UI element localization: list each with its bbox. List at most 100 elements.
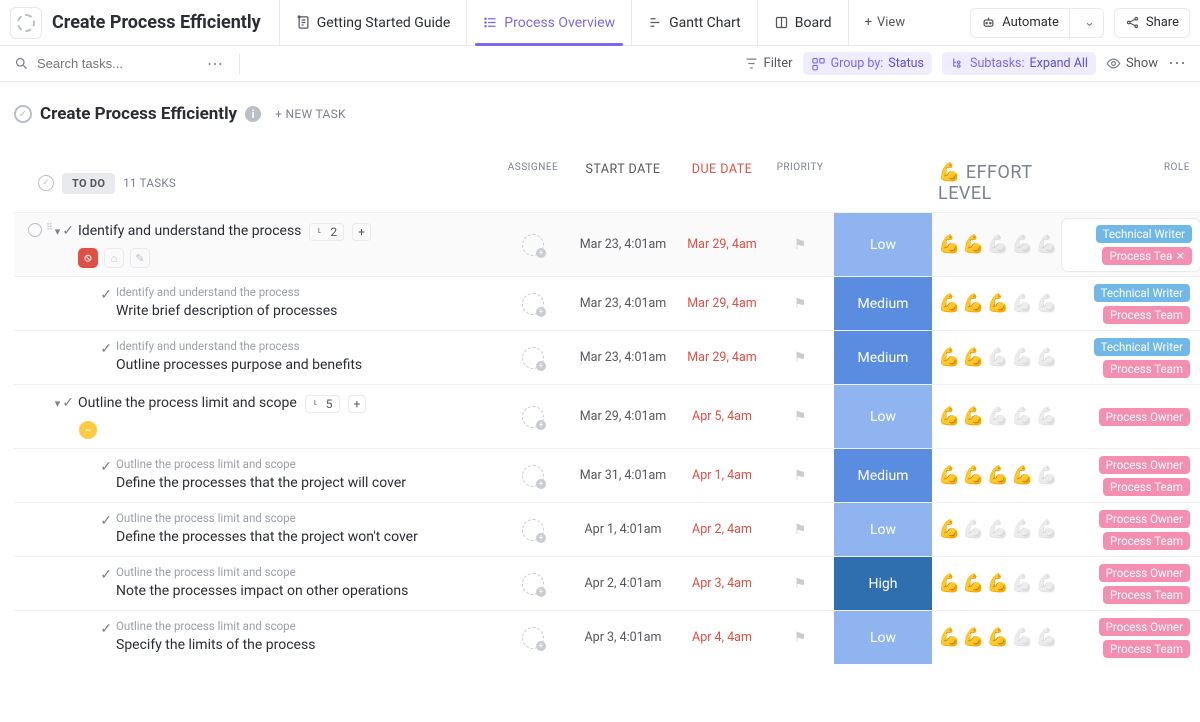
cell-role[interactable]: Process Owner [1062, 408, 1200, 426]
role-tag[interactable]: Process Owner [1099, 456, 1190, 474]
cell-complexity[interactable]: Low [834, 503, 932, 556]
search-input[interactable] [37, 56, 187, 71]
cell-priority[interactable]: ⚑ [766, 409, 834, 425]
task-name[interactable]: Write brief description of processes [116, 301, 494, 322]
tab-board[interactable]: Board [757, 0, 849, 46]
tab-getting-started[interactable]: Getting Started Guide [279, 0, 467, 46]
cell-effort[interactable]: 💪💪💪💪💪 [932, 293, 1062, 314]
assignee-add[interactable]: + [522, 519, 544, 541]
role-tag[interactable]: Process Tea✕ [1102, 247, 1192, 265]
cell-start-date[interactable]: Apr 3, 4:01am [568, 630, 678, 645]
task-name[interactable]: Identify and understand the process [78, 221, 301, 242]
task-name[interactable]: Define the processes that the project wi… [116, 473, 494, 494]
info-icon[interactable]: i [245, 106, 261, 122]
cell-priority[interactable]: ⚑ [766, 296, 834, 312]
role-tag[interactable]: Technical Writer [1094, 338, 1190, 356]
cell-due-date[interactable]: Apr 5, 4am [678, 409, 766, 424]
cell-complexity[interactable]: Medium [834, 449, 932, 502]
subtask-row[interactable]: ✓ Outline the process limit and scope De… [14, 448, 1200, 502]
subtask-row[interactable]: ✓ Outline the process limit and scope De… [14, 502, 1200, 556]
assignee-add[interactable]: + [522, 347, 544, 369]
check-icon[interactable]: ✓ [100, 621, 112, 637]
show-button[interactable]: Show [1106, 56, 1158, 71]
role-tag[interactable]: Process Team [1103, 360, 1190, 378]
col-role[interactable]: ROLE [1062, 162, 1200, 204]
role-tag[interactable]: Process Owner [1099, 408, 1190, 426]
cell-complexity[interactable]: High [834, 557, 932, 610]
status-circle-icon[interactable]: ✓ [14, 105, 32, 123]
task-name[interactable]: Outline the process limit and scope [78, 393, 297, 414]
cell-complexity[interactable]: Low [834, 611, 932, 664]
parent-breadcrumb[interactable]: Outline the process limit and scope [116, 511, 494, 525]
cell-role[interactable]: Process OwnerProcess Team [1062, 456, 1200, 496]
parent-breadcrumb[interactable]: Identify and understand the process [116, 339, 494, 353]
task-name[interactable]: Define the processes that the project wo… [116, 527, 494, 548]
task-name[interactable]: Specify the limits of the process [116, 635, 494, 656]
cell-priority[interactable]: ⚑ [766, 576, 834, 592]
cell-complexity[interactable]: Low [834, 213, 932, 276]
cell-complexity[interactable]: Low [834, 385, 932, 448]
parent-breadcrumb[interactable]: Outline the process limit and scope [116, 619, 494, 633]
cell-role[interactable]: Technical WriterProcess Team [1062, 284, 1200, 324]
cell-assignee[interactable]: + [498, 234, 568, 256]
role-tag[interactable]: Process Team [1103, 532, 1190, 550]
check-icon[interactable]: ✓ [100, 513, 112, 529]
subtasks-chip[interactable]: Subtasks: Expand All [942, 52, 1096, 75]
role-tag[interactable]: Process Owner [1099, 618, 1190, 636]
cell-due-date[interactable]: Apr 4, 4am [678, 630, 766, 645]
role-tag[interactable]: Technical Writer [1094, 284, 1190, 302]
cell-complexity[interactable]: Medium [834, 277, 932, 330]
subtask-row[interactable]: ✓ Identify and understand the process Ou… [14, 330, 1200, 384]
cell-priority[interactable]: ⚑ [766, 237, 834, 253]
subtask-count[interactable]: 5 [305, 395, 340, 413]
group-by-chip[interactable]: Group by: Status [803, 52, 932, 75]
assignee-add[interactable]: + [522, 406, 544, 428]
expand-toggle[interactable]: ▾✓ [55, 223, 74, 239]
assignee-add[interactable]: + [522, 293, 544, 315]
assignee-add[interactable]: + [522, 465, 544, 487]
subtask-row[interactable]: ✓ Outline the process limit and scope No… [14, 556, 1200, 610]
role-tag[interactable]: Technical Writer [1096, 225, 1192, 243]
role-tag[interactable]: Process Team [1103, 640, 1190, 658]
chevron-down-icon[interactable]: ⌄ [1076, 15, 1103, 30]
task-row[interactable]: ▾✓ Outline the process limit and scope 5… [14, 384, 1200, 448]
cell-role[interactable]: Technical Writer Process Team [1062, 338, 1200, 378]
cell-assignee[interactable]: + [498, 573, 568, 595]
cell-start-date[interactable]: Apr 2, 4:01am [568, 576, 678, 591]
in-progress-icon[interactable]: − [78, 420, 98, 440]
role-tag[interactable]: Process Owner [1099, 564, 1190, 582]
col-effort[interactable]: 💪 EFFORT LEVEL [932, 162, 1062, 204]
new-task-button[interactable]: + NEW TASK [275, 107, 346, 121]
assignee-add[interactable]: + [522, 573, 544, 595]
cell-due-date[interactable]: Apr 1, 4am [678, 468, 766, 483]
cell-effort[interactable]: 💪💪💪💪💪 [932, 627, 1062, 648]
col-start[interactable]: START DATE [568, 162, 678, 204]
parent-breadcrumb[interactable]: Identify and understand the process [116, 285, 494, 299]
collapse-icon[interactable]: ✓ [38, 175, 54, 191]
filter-button[interactable]: Filter [744, 56, 793, 71]
search-options-icon[interactable]: ⋯ [207, 54, 223, 73]
cell-due-date[interactable]: Apr 2, 4am [678, 522, 766, 537]
subtask-count[interactable]: 2 [309, 223, 344, 241]
edit-icon[interactable]: ✎ [130, 248, 150, 268]
search-box[interactable] [14, 56, 187, 71]
blocked-icon[interactable]: ⦸ [78, 248, 98, 268]
cell-effort[interactable]: 💪💪💪💪💪 [932, 573, 1062, 594]
cell-start-date[interactable]: Mar 23, 4:01am [568, 296, 678, 311]
cell-role[interactable]: Process OwnerProcess Team [1062, 564, 1200, 604]
drag-handle-icon[interactable]: ⠿ [46, 223, 51, 233]
cell-effort[interactable]: 💪💪💪💪💪 [932, 519, 1062, 540]
check-icon[interactable]: ✓ [100, 341, 112, 357]
cell-start-date[interactable]: Mar 31, 4:01am [568, 468, 678, 483]
cell-assignee[interactable]: + [498, 465, 568, 487]
assignee-add[interactable]: + [522, 627, 544, 649]
cell-effort[interactable]: 💪💪💪💪💪 [932, 406, 1062, 427]
select-circle[interactable] [28, 223, 42, 237]
status-pill[interactable]: TO DO [62, 173, 115, 194]
add-subtask-button[interactable]: + [348, 395, 367, 413]
cell-assignee[interactable]: + [498, 519, 568, 541]
parent-breadcrumb[interactable]: Outline the process limit and scope [116, 457, 494, 471]
cell-effort[interactable]: 💪💪💪💪💪 [932, 347, 1062, 368]
check-icon[interactable]: ✓ [100, 459, 112, 475]
cell-start-date[interactable]: Mar 23, 4:01am [568, 350, 678, 365]
